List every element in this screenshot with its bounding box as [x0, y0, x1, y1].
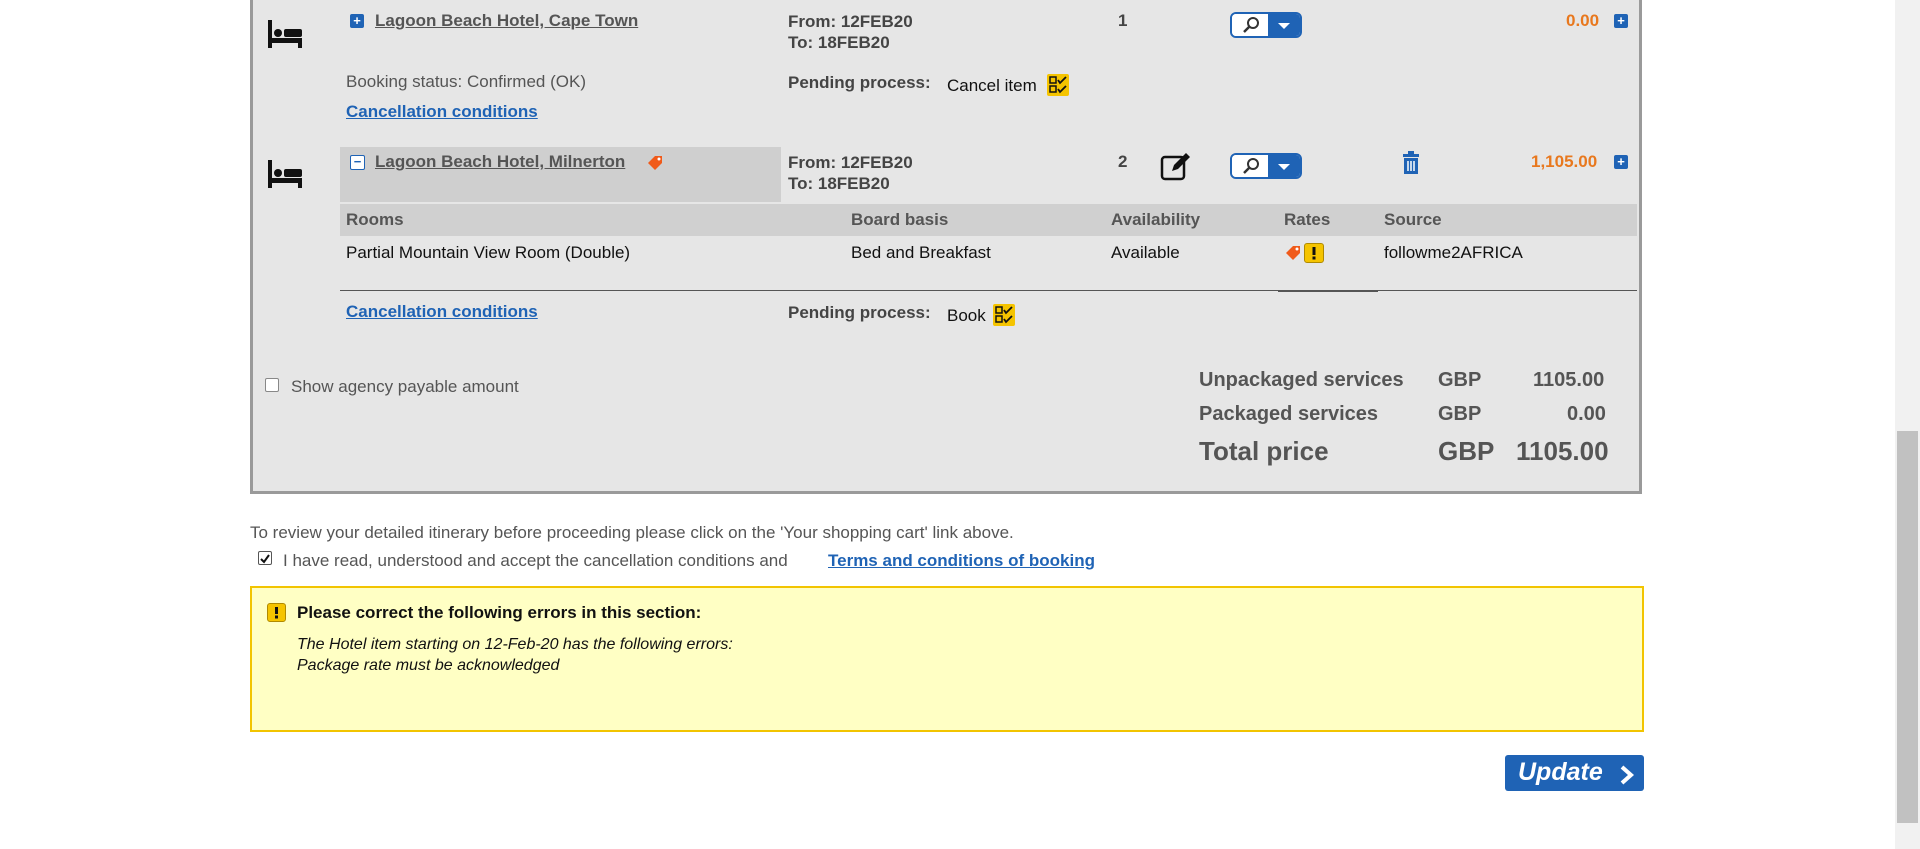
- terms-link[interactable]: Terms and conditions of booking: [828, 551, 1095, 571]
- expand-icon[interactable]: +: [350, 14, 364, 28]
- search-icon[interactable]: [1232, 14, 1270, 36]
- item-price: 0.00: [1566, 11, 1600, 30]
- collapse-icon[interactable]: −: [350, 155, 365, 170]
- col-header-rooms: Rooms: [346, 210, 404, 229]
- table-divider: [340, 290, 1637, 291]
- unpackaged-label: Unpackaged services: [1199, 369, 1404, 391]
- packaged-currency: GBP: [1438, 403, 1482, 425]
- error-line-2: Package rate must be acknowledged: [297, 657, 560, 674]
- date-from: From: 12FEB20: [788, 153, 913, 172]
- room-name: Partial Mountain View Room (Double): [346, 243, 631, 262]
- agency-checkbox[interactable]: [265, 378, 279, 392]
- add-icon[interactable]: +: [1614, 14, 1628, 28]
- update-button[interactable]: Update: [1505, 755, 1644, 791]
- date-to: To: 18FEB20: [788, 174, 890, 193]
- scrollbar-thumb[interactable]: [1897, 431, 1918, 823]
- col-header-source: Source: [1384, 210, 1442, 229]
- trash-icon[interactable]: [1401, 151, 1421, 175]
- cancellation-conditions-link[interactable]: Cancellation conditions: [346, 102, 538, 122]
- quantity: 1: [1118, 11, 1128, 30]
- availability: Available: [1111, 243, 1180, 262]
- review-text: To review your detailed itinerary before…: [250, 523, 1014, 542]
- pending-label: Pending process:: [788, 303, 931, 322]
- hotel-link[interactable]: Lagoon Beach Hotel, Cape Town: [375, 11, 638, 31]
- col-header-board: Board basis: [851, 210, 949, 229]
- booking-status: Booking status: Confirmed (OK): [346, 72, 586, 91]
- total-label: Total price: [1199, 436, 1329, 466]
- bed-icon: [266, 158, 304, 190]
- unpackaged-amount: 1105.00: [1533, 369, 1605, 391]
- total-amount: 1105.00: [1516, 436, 1609, 466]
- hotel-link[interactable]: Lagoon Beach Hotel, Milnerton: [375, 152, 625, 172]
- update-button-label: Update: [1518, 758, 1603, 786]
- warning-icon: [267, 603, 286, 622]
- checklist-icon[interactable]: [993, 304, 1015, 326]
- search-dropdown[interactable]: [1230, 153, 1302, 179]
- room-table-header: [340, 204, 1637, 236]
- packaged-label: Packaged services: [1199, 403, 1379, 425]
- pending-value: Book: [947, 306, 986, 325]
- board-basis: Bed and Breakfast: [851, 243, 991, 262]
- checklist-icon[interactable]: [1047, 74, 1069, 96]
- accept-checkbox[interactable]: [258, 551, 272, 565]
- search-icon[interactable]: [1232, 155, 1270, 177]
- rates-underline: [1278, 291, 1378, 292]
- chevron-down-icon[interactable]: [1268, 14, 1300, 36]
- date-to: To: 18FEB20: [788, 33, 890, 52]
- accept-text: I have read, understood and accept the c…: [283, 551, 788, 570]
- tag-icon: [645, 153, 665, 173]
- col-header-availability: Availability: [1111, 210, 1201, 229]
- cancellation-conditions-link[interactable]: Cancellation conditions: [346, 302, 538, 322]
- pending-value: Cancel item: [947, 76, 1037, 95]
- pending-label: Pending process:: [788, 73, 931, 92]
- packaged-amount: 0.00: [1567, 403, 1606, 425]
- error-line-1: The Hotel item starting on 12-Feb-20 has…: [297, 636, 733, 653]
- error-title: Please correct the following errors in t…: [297, 603, 702, 622]
- date-from: From: 12FEB20: [788, 12, 913, 31]
- agency-checkbox-label: Show agency payable amount: [291, 377, 519, 396]
- chevron-right-icon: [1618, 763, 1636, 792]
- total-currency: GBP: [1438, 436, 1495, 466]
- col-header-rates: Rates: [1284, 210, 1331, 229]
- quantity: 2: [1118, 152, 1128, 171]
- item-price: 1,105.00: [1531, 152, 1598, 171]
- rate-tag-icon[interactable]: [1283, 243, 1303, 263]
- chevron-down-icon[interactable]: [1268, 155, 1300, 177]
- source: followme2AFRICA: [1384, 243, 1523, 262]
- edit-icon[interactable]: [1160, 151, 1192, 181]
- warning-icon[interactable]: [1304, 243, 1324, 263]
- search-dropdown[interactable]: [1230, 12, 1302, 38]
- add-icon[interactable]: +: [1614, 155, 1628, 169]
- unpackaged-currency: GBP: [1438, 369, 1482, 391]
- bed-icon: [266, 18, 304, 50]
